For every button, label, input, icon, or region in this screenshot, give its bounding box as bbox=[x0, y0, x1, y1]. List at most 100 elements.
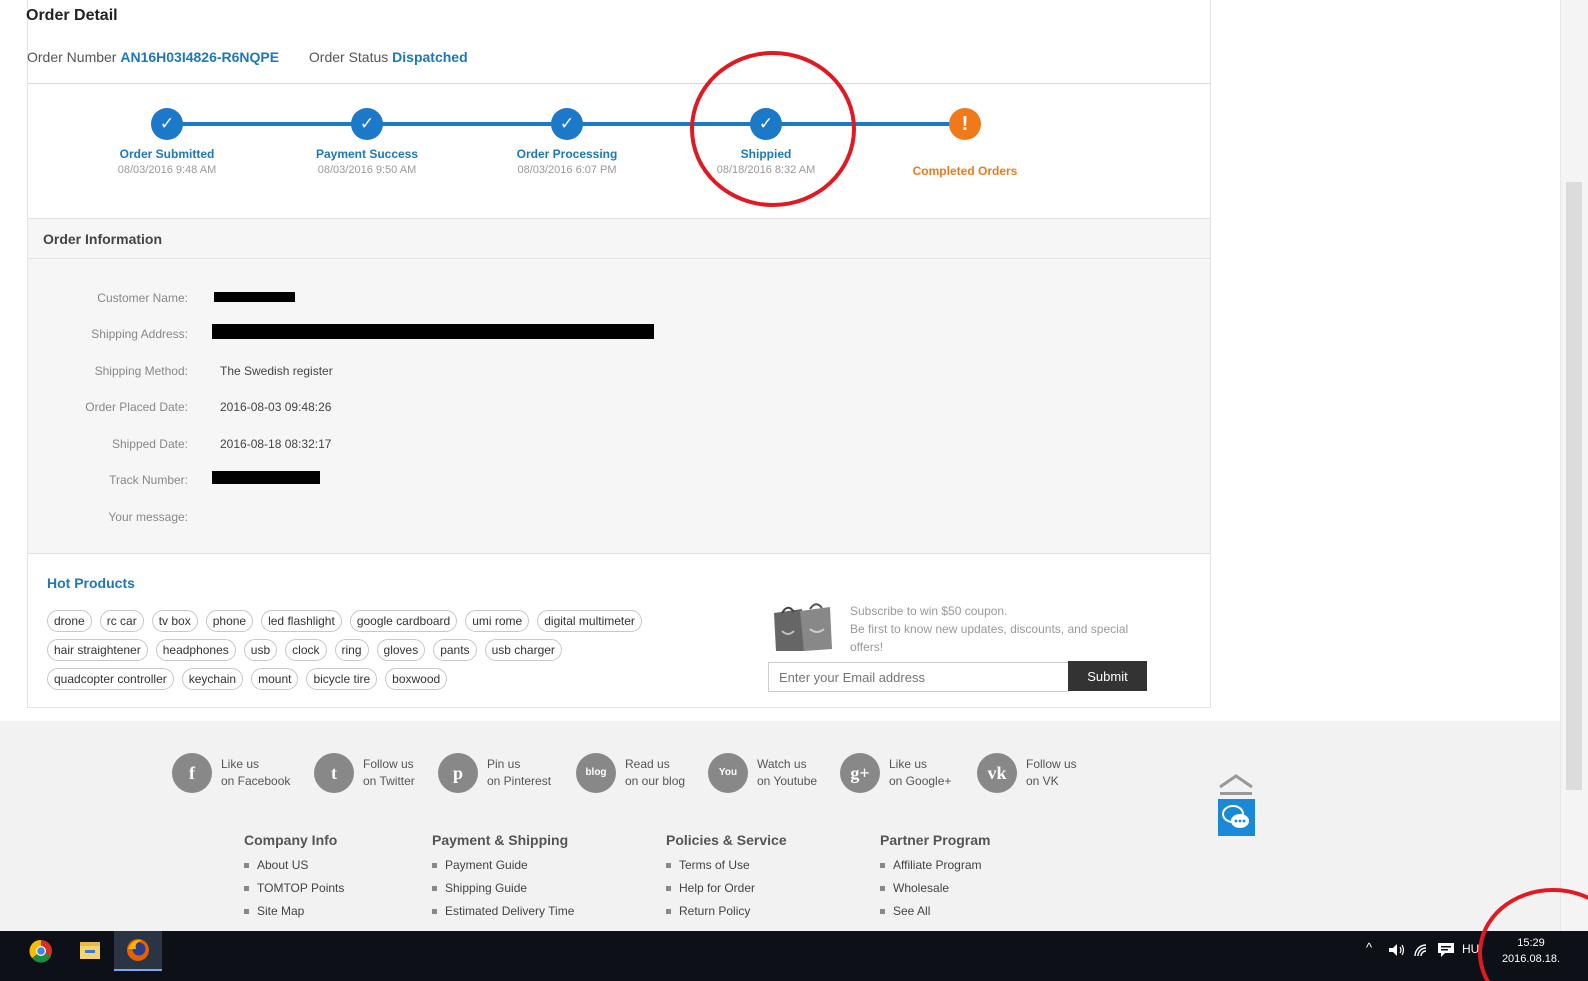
firefox-taskbar-button[interactable] bbox=[114, 931, 162, 971]
footer-column-title: Policies & Service bbox=[666, 832, 787, 848]
social-line1: Follow us bbox=[363, 757, 414, 771]
info-key: Shipping Address: bbox=[91, 327, 188, 341]
footer-link[interactable]: Help for Order bbox=[666, 877, 787, 900]
order-information: Order Information Customer Name: Shipping… bbox=[28, 218, 1210, 554]
googleplus-icon[interactable]: g+ bbox=[840, 753, 880, 793]
network-icon[interactable] bbox=[1413, 943, 1431, 957]
volume-icon[interactable] bbox=[1388, 943, 1406, 957]
hot-product-tag[interactable]: bicycle tire bbox=[306, 668, 378, 690]
taskbar: ^ HU 15:29 2016.08.18. bbox=[0, 931, 1588, 981]
footer-link[interactable]: Shipping Guide bbox=[432, 877, 574, 900]
hot-product-tag[interactable]: hair straightener bbox=[47, 639, 148, 661]
pinterest-icon[interactable]: p bbox=[438, 753, 478, 793]
file-explorer-taskbar-button[interactable] bbox=[66, 931, 114, 971]
social-link[interactable]: blog Read us on our blog bbox=[576, 753, 685, 793]
back-to-top-icon[interactable] bbox=[1218, 773, 1254, 797]
scrollbar[interactable] bbox=[1560, 0, 1588, 931]
hot-product-tag[interactable]: mount bbox=[251, 668, 299, 690]
hot-product-tag[interactable]: usb bbox=[243, 639, 278, 661]
order-number[interactable]: AN16H03I4826-R6NQPE bbox=[120, 49, 279, 65]
hot-products-title: Hot Products bbox=[47, 575, 135, 591]
footer-link[interactable]: Site Map bbox=[244, 900, 344, 923]
info-key: Track Number: bbox=[109, 473, 188, 487]
social-line1: Follow us bbox=[1026, 757, 1077, 771]
step-timestamp: 08/03/2016 6:07 PM bbox=[517, 164, 617, 176]
hot-product-tag[interactable]: google cardboard bbox=[349, 610, 458, 632]
hot-product-tag[interactable]: ring bbox=[334, 639, 369, 661]
language-indicator[interactable]: HU bbox=[1462, 942, 1479, 956]
hot-products-tags: drone rc car tv box phone led flashlight goog… bbox=[47, 610, 687, 697]
facebook-icon[interactable]: f bbox=[172, 753, 212, 793]
subscribe-text: Subscribe to win $50 coupon. Be first to… bbox=[850, 602, 1150, 656]
footer-link[interactable]: About US bbox=[244, 854, 344, 877]
hot-product-tag[interactable]: pants bbox=[433, 639, 477, 661]
blog-icon[interactable]: blog bbox=[576, 753, 616, 793]
social-link[interactable]: t Follow us on Twitter bbox=[314, 753, 415, 793]
scrollbar-thumb[interactable] bbox=[1566, 182, 1582, 790]
hot-product-tag[interactable]: umi rome bbox=[465, 610, 530, 632]
info-key: Shipping Method: bbox=[94, 364, 188, 378]
footer-link[interactable]: Terms of Use bbox=[666, 854, 787, 877]
notification-icon[interactable] bbox=[1437, 942, 1455, 958]
firefox-icon bbox=[127, 939, 149, 961]
footer-column-title: Payment & Shipping bbox=[432, 832, 569, 848]
progress-step: ✓ Order Submitted 08/03/2016 9:48 AM bbox=[67, 108, 267, 176]
page-title: Order Detail bbox=[26, 7, 118, 24]
youtube-icon[interactable]: You bbox=[708, 753, 748, 793]
social-line2: on our blog bbox=[625, 774, 686, 788]
footer-column-title: Partner Program bbox=[880, 832, 991, 848]
hot-product-tag[interactable]: led flashlight bbox=[261, 610, 342, 632]
hot-product-tag[interactable]: phone bbox=[205, 610, 254, 632]
footer-link[interactable]: Estimated Delivery Time bbox=[432, 900, 574, 923]
hot-product-tag[interactable]: headphones bbox=[155, 639, 236, 661]
hot-product-tag[interactable]: clock bbox=[285, 639, 327, 661]
social-link[interactable]: g+ Like us on Google+ bbox=[840, 753, 951, 793]
order-summary: Order Number AN16H03I4826-R6NQPE Order S… bbox=[27, 49, 468, 65]
progress-step: ! Completed Orders bbox=[865, 108, 1065, 178]
hot-product-tag[interactable]: quadcopter controller bbox=[47, 668, 174, 690]
chrome-taskbar-button[interactable] bbox=[17, 931, 65, 971]
hot-product-tag[interactable]: tv box bbox=[151, 610, 198, 632]
footer-link[interactable]: Wholesale bbox=[880, 877, 990, 900]
social-link[interactable]: vk Follow us on VK bbox=[977, 753, 1077, 793]
footer-column: Company Info About US TOMTOP Points Site Ma… bbox=[244, 832, 344, 923]
annotation-circle-shipped bbox=[690, 51, 856, 207]
social-line1: Pin us bbox=[487, 757, 521, 771]
chevron-up-icon[interactable]: ^ bbox=[1366, 940, 1372, 955]
folder-icon bbox=[80, 942, 100, 959]
live-chat-icon[interactable] bbox=[1218, 799, 1255, 836]
hot-product-tag[interactable]: boxwood bbox=[385, 668, 448, 690]
hot-product-tag[interactable]: drone bbox=[47, 610, 92, 632]
step-label: Completed Orders bbox=[912, 164, 1018, 178]
twitter-icon[interactable]: t bbox=[314, 753, 354, 793]
hot-product-tag[interactable]: keychain bbox=[181, 668, 244, 690]
hot-product-tag[interactable]: usb charger bbox=[484, 639, 562, 661]
social-text: Read us on our blog bbox=[625, 756, 685, 790]
subscribe-line2: Be first to know new updates, discounts,… bbox=[850, 622, 1129, 654]
footer-link[interactable]: Return Policy bbox=[666, 900, 787, 923]
email-input[interactable] bbox=[768, 662, 1069, 692]
social-text: Follow us on Twitter bbox=[363, 756, 415, 790]
social-line1: Like us bbox=[889, 757, 928, 771]
submit-button[interactable]: Submit bbox=[1068, 661, 1147, 691]
hot-product-tag[interactable]: digital multimeter bbox=[537, 610, 642, 632]
hot-product-tag[interactable]: rc car bbox=[99, 610, 144, 632]
footer-link[interactable]: Affiliate Program bbox=[880, 854, 990, 877]
vk-icon[interactable]: vk bbox=[977, 753, 1017, 793]
step-timestamp: 08/03/2016 9:48 AM bbox=[117, 164, 217, 176]
section-title: Order Information bbox=[28, 219, 1210, 259]
step-label: Payment Success bbox=[315, 147, 419, 161]
info-row: Customer Name: bbox=[28, 288, 828, 308]
footer-link[interactable]: TOMTOP Points bbox=[244, 877, 344, 900]
footer-link[interactable]: Payment Guide bbox=[432, 854, 574, 877]
info-row: Track Number: bbox=[28, 470, 828, 490]
social-link[interactable]: f Like us on Facebook bbox=[172, 753, 290, 793]
footer-link[interactable]: See All bbox=[880, 900, 990, 923]
social-link[interactable]: You Watch us on Youtube bbox=[708, 753, 817, 793]
social-link[interactable]: p Pin us on Pinterest bbox=[438, 753, 551, 793]
info-value: 2016-08-18 08:32:17 bbox=[220, 437, 332, 451]
step-label: Order Processing bbox=[516, 147, 618, 161]
info-row: Order Placed Date: 2016-08-03 09:48:26 bbox=[28, 397, 828, 417]
hot-product-tag[interactable]: gloves bbox=[376, 639, 426, 661]
info-value: 2016-08-03 09:48:26 bbox=[220, 400, 332, 414]
